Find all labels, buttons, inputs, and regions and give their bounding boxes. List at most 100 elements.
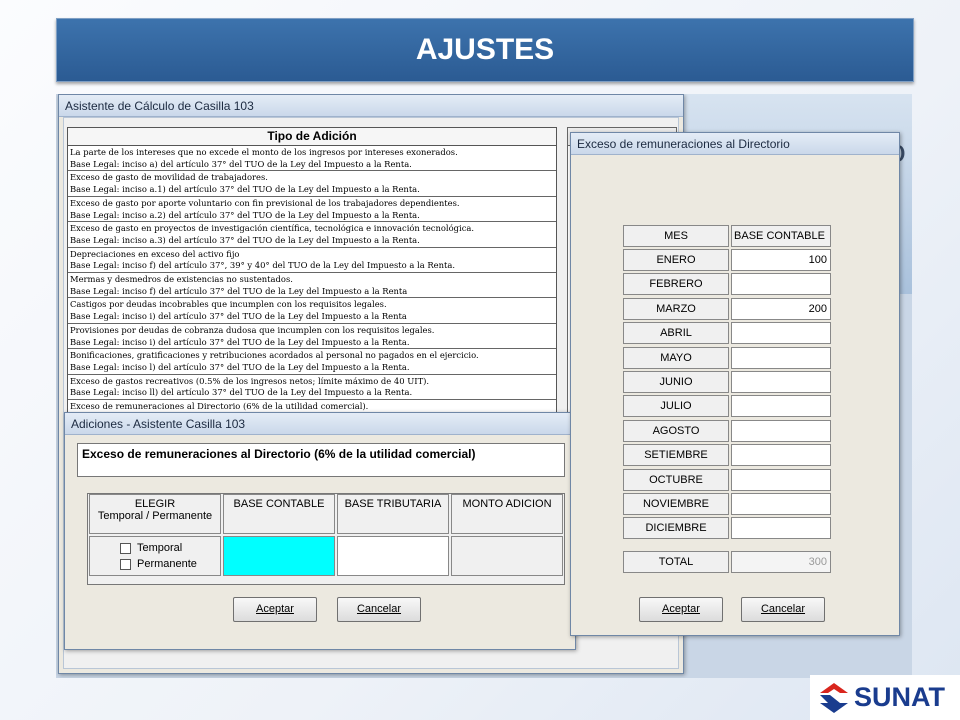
- month-name: ABRIL: [623, 322, 729, 345]
- list-item-description: Exceso de gasto por aporte voluntario co…: [70, 197, 460, 208]
- list-item-legal-base: Base Legal: inciso l) del artículo 37° d…: [70, 361, 410, 372]
- list-item-description: La parte de los intereses que no excede …: [70, 147, 458, 157]
- month-value-input[interactable]: [731, 371, 831, 393]
- list-item-legal-base: Base Legal: inciso a.2) del artículo 37°…: [70, 209, 420, 220]
- month-name: DICIEMBRE: [623, 517, 729, 540]
- base-tributaria-header: BASE TRIBUTARIA: [337, 494, 449, 534]
- list-item-description: Exceso de gasto de movilidad de trabajad…: [70, 172, 268, 183]
- list-item[interactable]: Castigos por deudas incobrables que incu…: [68, 298, 556, 324]
- sunat-emblem-icon: [820, 682, 848, 713]
- mes-column-header: MES: [623, 225, 729, 247]
- exceso-dialog-title[interactable]: Exceso de remuneraciones al Directorio: [571, 133, 899, 155]
- adiciones-list[interactable]: Tipo de Adición La parte de los interese…: [67, 127, 557, 427]
- list-item[interactable]: Provisiones por deudas de cobranza dudos…: [68, 324, 556, 350]
- list-item-description: Mermas y desmedros de existencias no sus…: [70, 274, 293, 285]
- month-name: AGOSTO: [623, 419, 729, 442]
- list-item-legal-base: Base Legal: inciso a.1) del artículo 37°…: [70, 184, 420, 195]
- list-item-description: Bonificaciones, gratificaciones y retrib…: [70, 350, 479, 361]
- month-row: OCTUBRE: [623, 468, 833, 491]
- month-name: SETIEMBRE: [623, 444, 729, 467]
- temporal-checkbox[interactable]: [120, 542, 131, 554]
- list-item-legal-base: Base Legal: inciso a) del artículo 37° d…: [70, 158, 412, 169]
- month-value-input[interactable]: [731, 493, 831, 515]
- month-row: SETIEMBRE: [623, 444, 833, 467]
- month-row: DICIEMBRE: [623, 517, 833, 540]
- list-item[interactable]: La parte de los intereses que no excede …: [68, 146, 556, 172]
- total-label: TOTAL: [623, 551, 729, 573]
- list-item-legal-base: Base Legal: inciso f) del artículo 37° d…: [70, 285, 408, 296]
- adiciones-header: Exceso de remuneraciones al Directorio (…: [77, 443, 565, 477]
- month-row: JULIO: [623, 395, 833, 418]
- list-item-description: Exceso de remuneraciones al Directorio (…: [70, 401, 369, 412]
- list-item[interactable]: Bonificaciones, gratificaciones y retrib…: [68, 349, 556, 375]
- slide-title: AJUSTES: [56, 18, 914, 82]
- month-value-input[interactable]: [731, 444, 831, 467]
- total-row: TOTAL 300: [623, 551, 833, 573]
- month-row: FEBRERO: [623, 273, 833, 296]
- monto-adicion-header: MONTO ADICION: [451, 494, 563, 534]
- month-row: ENERO 100: [623, 249, 833, 271]
- sunat-logo-text: SUNAT: [854, 682, 945, 712]
- adiciones-cancel-button[interactable]: Cancelar: [337, 597, 421, 622]
- list-item-legal-base: Base Legal: inciso a.3) del artículo 37°…: [70, 234, 420, 245]
- month-row: AGOSTO: [623, 419, 833, 442]
- total-value: 300: [731, 551, 831, 573]
- screenshot-area: Ab Asistente de Cálculo de Casilla 103 T…: [56, 94, 912, 678]
- month-name: JULIO: [623, 395, 729, 418]
- list-item[interactable]: Mermas y desmedros de existencias no sus…: [68, 273, 556, 299]
- temporal-label: Temporal: [137, 542, 183, 554]
- exceso-dialog: Exceso de remuneraciones al Directorio M…: [570, 132, 900, 636]
- month-value-input[interactable]: 200: [731, 297, 831, 320]
- month-name: MAYO: [623, 346, 729, 369]
- exceso-accept-button[interactable]: Aceptar: [639, 597, 723, 622]
- exceso-cancel-button[interactable]: Cancelar: [741, 597, 825, 622]
- month-row: NOVIEMBRE: [623, 493, 833, 515]
- list-item[interactable]: Depreciaciones en exceso del activo fijo…: [68, 248, 556, 274]
- adiciones-dialog-title[interactable]: Adiciones - Asistente Casilla 103: [65, 413, 575, 435]
- month-name: MARZO: [623, 297, 729, 320]
- month-value-input[interactable]: [731, 419, 831, 442]
- list-item-legal-base: Base Legal: inciso i) del artículo 37° d…: [70, 311, 407, 322]
- month-value-input[interactable]: 100: [731, 249, 831, 271]
- elegir-sub-label: Temporal / Permanente: [97, 510, 213, 522]
- month-name: OCTUBRE: [623, 468, 729, 491]
- list-item-description: Provisiones por deudas de cobranza dudos…: [70, 324, 435, 335]
- list-item-legal-base: Base Legal: inciso f) del artículo 37°, …: [70, 260, 456, 271]
- permanente-label: Permanente: [137, 558, 197, 570]
- list-item-description: Depreciaciones en exceso del activo fijo: [70, 248, 240, 259]
- list-item[interactable]: Exceso de gasto en proyectos de investig…: [68, 222, 556, 248]
- adiciones-accept-button[interactable]: Aceptar: [233, 597, 317, 622]
- base-contable-header: BASE CONTABLE: [223, 494, 335, 534]
- month-row: MAYO: [623, 346, 833, 369]
- monto-adicion-field: [451, 536, 563, 576]
- month-value-input[interactable]: [731, 517, 831, 540]
- main-window-title[interactable]: Asistente de Cálculo de Casilla 103: [59, 95, 683, 117]
- month-value-input[interactable]: [731, 322, 831, 345]
- adiciones-grid: ELEGIR Temporal / Permanente BASE CONTAB…: [87, 493, 565, 585]
- month-value-input[interactable]: [731, 346, 831, 369]
- mes-table-header: MES BASE CONTABLE: [623, 225, 833, 247]
- month-row: MARZO 200: [623, 297, 833, 320]
- month-value-input[interactable]: [731, 273, 831, 296]
- month-value-input[interactable]: [731, 395, 831, 418]
- elegir-header: ELEGIR Temporal / Permanente: [89, 494, 221, 534]
- month-row: JUNIO: [623, 371, 833, 393]
- base-tributaria-input[interactable]: [337, 536, 449, 576]
- base-contable-input[interactable]: [223, 536, 335, 576]
- list-item-description: Exceso de gasto en proyectos de investig…: [70, 223, 475, 234]
- month-value-input[interactable]: [731, 468, 831, 491]
- adiciones-dialog: Adiciones - Asistente Casilla 103 Exceso…: [64, 412, 576, 650]
- list-item[interactable]: Exceso de gastos recreativos (0.5% de lo…: [68, 375, 556, 401]
- base-column-header: BASE CONTABLE: [731, 225, 831, 247]
- list-item[interactable]: Exceso de gasto de movilidad de trabajad…: [68, 171, 556, 197]
- elegir-label: ELEGIR: [134, 498, 176, 510]
- list-item[interactable]: Exceso de gasto por aporte voluntario co…: [68, 197, 556, 223]
- permanente-checkbox[interactable]: [120, 558, 131, 570]
- month-row: ABRIL: [623, 322, 833, 345]
- list-item-description: Exceso de gastos recreativos (0.5% de lo…: [70, 375, 430, 386]
- temporal-option[interactable]: Temporal: [120, 542, 182, 554]
- permanente-option[interactable]: Permanente: [120, 558, 197, 570]
- list-header: Tipo de Adición: [68, 128, 556, 146]
- list-item-description: Castigos por deudas incobrables que incu…: [70, 299, 387, 310]
- list-item-legal-base: Base Legal: inciso i) del artículo 37° d…: [70, 336, 410, 347]
